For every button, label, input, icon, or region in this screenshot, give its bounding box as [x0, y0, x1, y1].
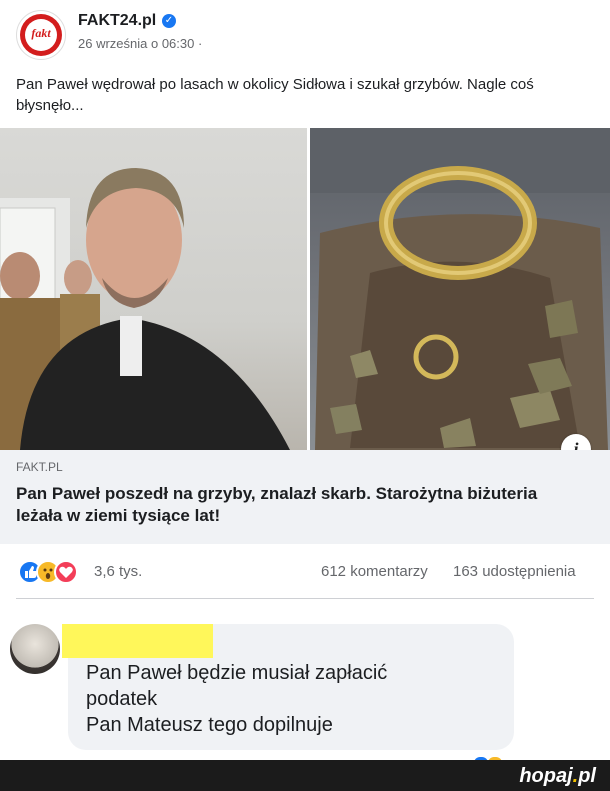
- love-icon: [54, 560, 78, 584]
- jewelry-illustration: [310, 128, 610, 450]
- divider: [16, 598, 594, 599]
- commenter-name-redaction: [62, 624, 213, 658]
- link-domain: FAKT.PL: [16, 460, 63, 474]
- shares-count[interactable]: 163 udostępnienia: [453, 563, 576, 580]
- comment-text: Pan Paweł będzie musiał zapłacić podatek…: [86, 660, 506, 738]
- link-title[interactable]: Pan Paweł poszedł na grzyby, znalazł ska…: [16, 483, 576, 527]
- hopaj-logo[interactable]: hopaj.pl: [519, 765, 596, 788]
- link-preview-image[interactable]: [0, 128, 610, 450]
- page-avatar[interactable]: fakt: [16, 10, 66, 60]
- comment-line-3: Pan Mateusz tego dopilnuje: [86, 714, 333, 736]
- comments-count[interactable]: 612 komentarzy: [321, 563, 428, 580]
- verified-badge-icon: ✓: [162, 14, 176, 28]
- post-header: fakt FAKT24.pl ✓ 26 września o 06:30 ·: [0, 0, 610, 68]
- logo-main: hopaj: [519, 765, 573, 787]
- watermark-bar: hopaj.pl: [0, 760, 610, 791]
- page-name-link[interactable]: FAKT24.pl: [78, 12, 156, 30]
- photo-man-portrait: [0, 128, 307, 450]
- post-timestamp[interactable]: 26 września o 06:30 ·: [78, 36, 202, 51]
- man-illustration: [0, 168, 290, 450]
- photo-jewelry: [310, 128, 610, 450]
- logo-tld: pl: [578, 765, 596, 787]
- post-text: Pan Paweł wędrował po lasach w okolicy S…: [16, 76, 534, 114]
- commenter-avatar[interactable]: [10, 624, 60, 674]
- comment-line-1: Pan Paweł będzie musiał zapłacić: [86, 662, 388, 684]
- comment-line-2: podatek: [86, 688, 158, 710]
- avatar-logo-text: fakt: [31, 26, 51, 40]
- reaction-count[interactable]: 3,6 tys.: [94, 563, 142, 580]
